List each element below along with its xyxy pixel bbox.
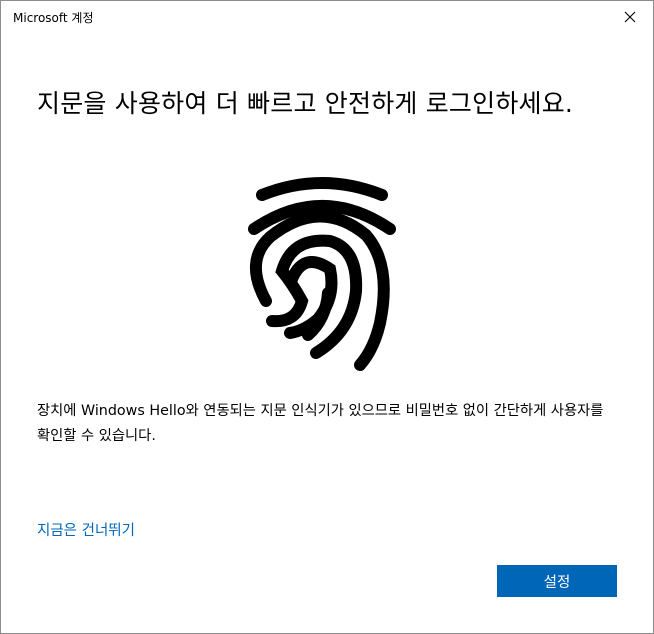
close-button[interactable] xyxy=(607,1,653,32)
setup-button[interactable]: 설정 xyxy=(497,565,617,597)
skip-for-now-link[interactable]: 지금은 건너뛰기 xyxy=(37,519,135,540)
dialog-window: Microsoft 계정 지문을 사용하여 더 빠르고 안전하게 로그인하세요.… xyxy=(0,0,654,634)
page-title: 지문을 사용하여 더 빠르고 안전하게 로그인하세요. xyxy=(37,89,574,118)
description-text: 장치에 Windows Hello와 연동되는 지문 인식기가 있으므로 비밀번… xyxy=(37,403,604,444)
close-icon xyxy=(624,11,636,22)
fingerprint-icon xyxy=(248,177,396,371)
window-title: Microsoft 계정 xyxy=(13,11,94,25)
title-bar: Microsoft 계정 xyxy=(1,1,653,32)
